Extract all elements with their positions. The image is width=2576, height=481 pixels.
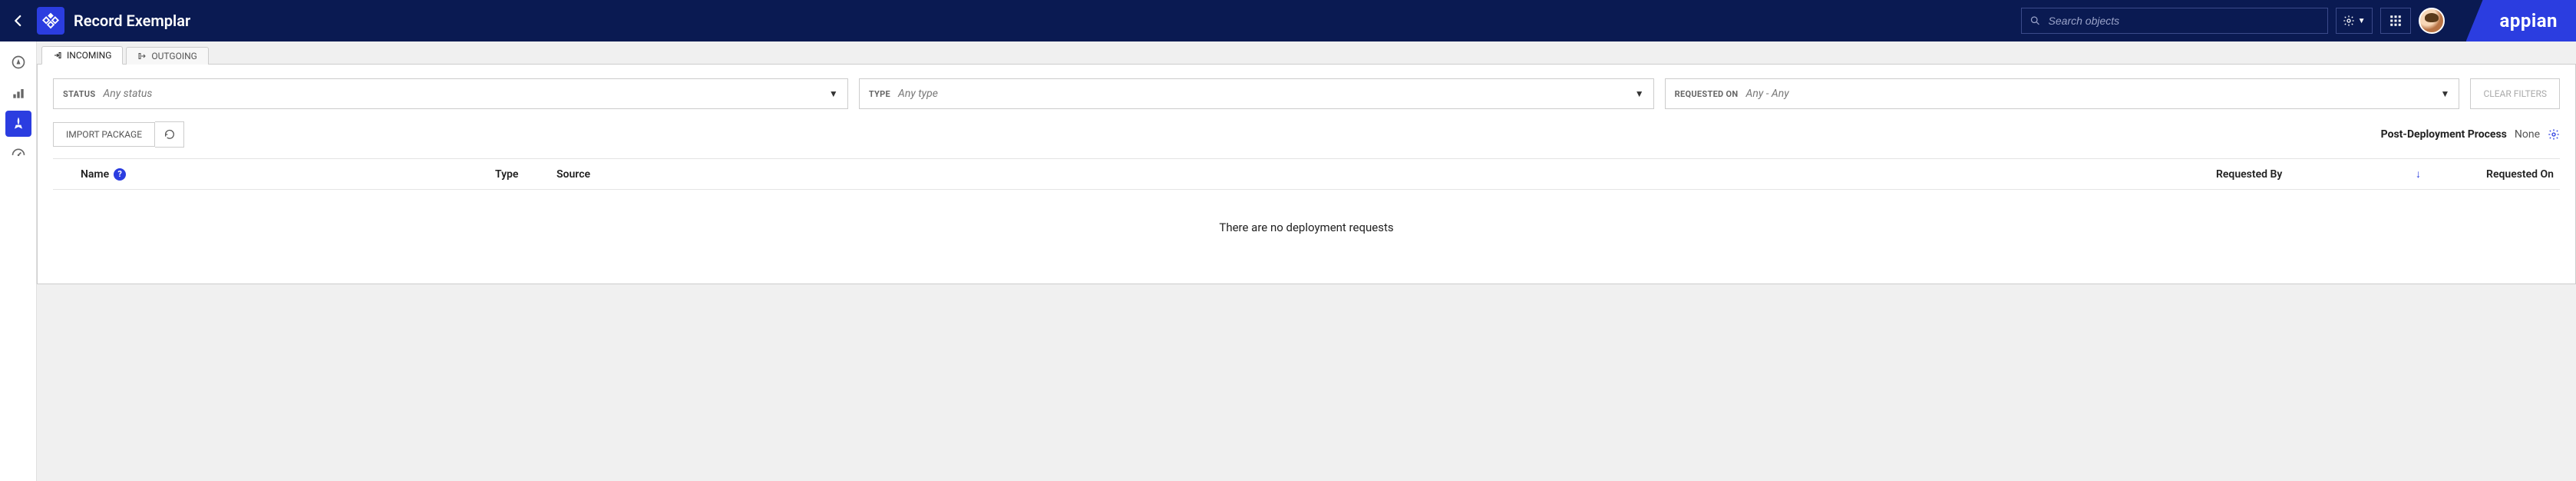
column-header-source[interactable]: Source xyxy=(556,168,2216,181)
tab-label: INCOMING xyxy=(67,50,111,61)
filter-status[interactable]: STATUS Any status ▼ xyxy=(53,78,848,109)
filter-type[interactable]: TYPE Any type ▼ xyxy=(859,78,1654,109)
app-icon xyxy=(37,7,64,35)
gear-icon xyxy=(2343,15,2355,27)
column-header-requested-on[interactable]: Requested On xyxy=(2439,168,2554,181)
nav-monitor[interactable] xyxy=(5,141,31,168)
brand-logo: appian xyxy=(2466,0,2576,41)
post-deploy-settings-button[interactable] xyxy=(2548,128,2560,141)
global-search[interactable] xyxy=(2021,8,2328,34)
app-launcher-button[interactable] xyxy=(2380,8,2411,34)
nav-deploy[interactable] xyxy=(5,111,31,137)
search-input[interactable] xyxy=(2049,15,2320,27)
filter-label: STATUS xyxy=(63,89,95,99)
caret-down-icon: ▼ xyxy=(2441,88,2450,99)
help-icon[interactable]: ? xyxy=(114,168,126,181)
tab-incoming[interactable]: INCOMING xyxy=(41,46,123,65)
caret-down-icon: ▼ xyxy=(2358,17,2366,25)
caret-down-icon: ▼ xyxy=(829,88,838,99)
import-package-button[interactable]: IMPORT PACKAGE xyxy=(53,122,155,147)
refresh-icon xyxy=(163,128,176,141)
tab-bar: INCOMING OUTGOING xyxy=(37,41,2576,65)
column-header-requested-by[interactable]: Requested By xyxy=(2216,168,2416,181)
arrow-out-icon xyxy=(137,51,147,61)
filter-requested-on[interactable]: REQUESTED ON Any - Any ▼ xyxy=(1665,78,2460,109)
user-avatar[interactable] xyxy=(2419,8,2445,34)
content-panel: STATUS Any status ▼ TYPE Any type ▼ REQU… xyxy=(37,65,2576,284)
column-header-type[interactable]: Type xyxy=(495,168,556,181)
post-deploy-label: Post-Deployment Process xyxy=(2381,128,2507,141)
empty-state-message: There are no deployment requests xyxy=(53,190,2560,265)
filter-value: Any type xyxy=(898,88,938,100)
refresh-button[interactable] xyxy=(155,121,184,148)
column-header-name[interactable]: Name ? xyxy=(81,168,495,181)
deployments-table: Name ? Type Source Requested By ↓ Reques… xyxy=(53,158,2560,265)
back-button[interactable] xyxy=(9,12,28,30)
page-title: Record Exemplar xyxy=(74,12,190,30)
nav-build[interactable] xyxy=(5,80,31,106)
nav-explore[interactable] xyxy=(5,49,31,75)
filter-value: Any status xyxy=(103,88,152,100)
post-deploy-value: None xyxy=(2515,128,2540,141)
caret-down-icon: ▼ xyxy=(1635,88,1644,99)
filter-label: REQUESTED ON xyxy=(1675,89,1739,99)
filter-label: TYPE xyxy=(869,89,890,99)
tab-outgoing[interactable]: OUTGOING xyxy=(126,47,208,65)
left-nav-rail xyxy=(0,41,37,481)
clear-filters-button[interactable]: CLEAR FILTERS xyxy=(2470,78,2560,109)
gear-icon xyxy=(2548,128,2560,141)
sort-indicator[interactable]: ↓ xyxy=(2416,168,2439,181)
arrow-in-icon xyxy=(53,51,62,60)
tab-label: OUTGOING xyxy=(151,51,197,61)
grid-icon xyxy=(2389,14,2403,28)
search-icon xyxy=(2029,15,2041,27)
settings-menu-button[interactable]: ▼ xyxy=(2336,8,2373,34)
top-bar: Record Exemplar ▼ appian xyxy=(0,0,2576,41)
filter-value: Any - Any xyxy=(1746,88,1789,100)
